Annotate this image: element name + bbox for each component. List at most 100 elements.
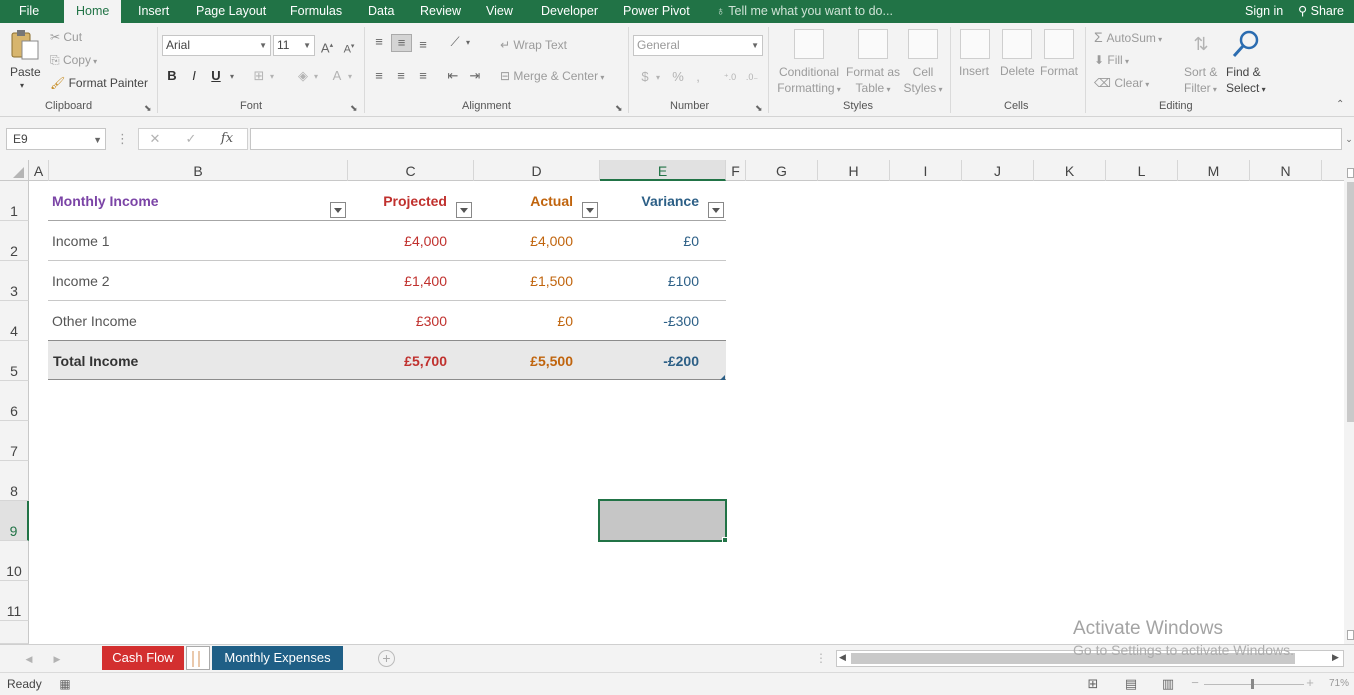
delete-cells-button[interactable]: Delete — [1000, 64, 1035, 78]
align-middle-icon[interactable]: ≡ — [391, 34, 412, 52]
underline-button[interactable]: U — [209, 68, 223, 84]
column-header-l[interactable]: L — [1106, 160, 1178, 181]
scroll-tabs-left-icon[interactable]: ◀ — [24, 651, 34, 667]
zoom-slider-thumb[interactable] — [1251, 679, 1254, 689]
decrease-decimal-icon[interactable]: .0₋ — [742, 69, 762, 85]
font-name-select[interactable]: Arial ▼ — [162, 35, 271, 56]
tab-data[interactable]: Data — [368, 0, 394, 23]
merge-center-button[interactable]: ⊟ Merge & Center ▾ — [500, 69, 604, 83]
table-cell[interactable]: £4,000 — [348, 233, 447, 249]
decrease-font-size-icon[interactable]: A▾ — [342, 39, 356, 58]
filter-dropdown-icon[interactable] — [330, 202, 346, 218]
total-variance[interactable]: -£200 — [600, 353, 699, 369]
tab-power-pivot[interactable]: Power Pivot — [623, 0, 690, 23]
row-header-10[interactable]: 10 — [0, 541, 29, 581]
collapse-ribbon-icon[interactable]: ⌃ — [1336, 97, 1344, 113]
table-cell[interactable]: £4,000 — [474, 233, 573, 249]
table-cell[interactable]: £0 — [600, 233, 699, 249]
percent-button[interactable]: % — [670, 69, 686, 85]
increase-decimal-icon[interactable]: ⁺.0 — [720, 69, 740, 85]
row-header-12[interactable] — [0, 621, 29, 644]
borders-icon[interactable]: ⊞ — [250, 68, 268, 84]
add-sheet-icon[interactable]: + — [378, 650, 395, 667]
fill-button[interactable]: ⬇ Fill ▾ — [1094, 53, 1129, 67]
row-header-11[interactable]: 11 — [0, 581, 29, 621]
format-as-table-button[interactable]: Format as Table ▾ — [844, 64, 902, 98]
row-header-2[interactable]: 2 — [0, 221, 29, 261]
font-size-select[interactable]: 11 ▼ — [273, 35, 315, 56]
scroll-right-icon[interactable]: ▶ — [1332, 652, 1339, 663]
sheet-tab-monthly-expenses[interactable]: Monthly Expenses — [212, 646, 343, 670]
sign-in-link[interactable]: Sign in — [1245, 0, 1283, 23]
paste-button[interactable]: Paste — [10, 65, 41, 79]
table-cell[interactable]: -£300 — [600, 313, 699, 329]
borders-dropdown-icon[interactable]: ▾ — [268, 69, 276, 85]
row-header-4[interactable]: 4 — [0, 301, 29, 341]
zoom-slider[interactable] — [1204, 684, 1304, 685]
fill-color-icon[interactable]: ◈ — [294, 68, 312, 84]
column-header-a[interactable]: A — [29, 160, 49, 181]
sheet-tab-hidden[interactable] — [186, 646, 210, 670]
column-header-b[interactable]: B — [49, 160, 348, 181]
tab-page-layout[interactable]: Page Layout — [196, 0, 266, 23]
zoom-in-icon[interactable]: + — [1305, 675, 1315, 691]
font-launcher-icon[interactable]: ⬊ — [350, 100, 358, 116]
cell-styles-button[interactable]: Cell Styles ▾ — [900, 64, 946, 98]
expand-formula-bar-icon[interactable]: ⌄ — [1344, 131, 1354, 147]
table-cell[interactable]: £0 — [474, 313, 573, 329]
scroll-down-icon[interactable] — [1347, 630, 1354, 640]
font-color-icon[interactable]: A — [328, 68, 346, 84]
format-painter-button[interactable]: 🖌 Format Painter — [50, 76, 148, 90]
macro-record-icon[interactable]: ▦ — [58, 676, 72, 692]
align-center-icon[interactable]: ≡ — [392, 68, 410, 84]
increase-font-size-icon[interactable]: A▴ — [320, 38, 334, 56]
share-button[interactable]: ⚲ Share — [1298, 0, 1344, 23]
table-cell[interactable]: £1,500 — [474, 273, 573, 289]
increase-indent-icon[interactable]: ⇥ — [466, 68, 484, 84]
scroll-up-icon[interactable] — [1347, 168, 1354, 178]
cancel-icon[interactable]: ✕ — [147, 131, 163, 147]
filter-dropdown-icon[interactable] — [456, 202, 472, 218]
column-header-i[interactable]: I — [890, 160, 962, 181]
tell-me-box[interactable]: ♁ Tell me what you want to do... — [716, 0, 893, 23]
row-header-5[interactable]: 5 — [0, 341, 29, 381]
table-cell[interactable]: £300 — [348, 313, 447, 329]
number-launcher-icon[interactable]: ⬊ — [755, 100, 763, 116]
table-cell[interactable]: Income 1 — [52, 233, 110, 249]
total-actual[interactable]: £5,500 — [474, 353, 573, 369]
tab-insert[interactable]: Insert — [138, 0, 169, 23]
italic-button[interactable]: I — [187, 68, 201, 84]
sheet-tab-cash-flow[interactable]: Cash Flow — [102, 646, 184, 670]
alignment-launcher-icon[interactable]: ⬊ — [615, 100, 623, 116]
tab-formulas[interactable]: Formulas — [290, 0, 342, 23]
tab-developer[interactable]: Developer — [541, 0, 598, 23]
column-header-m[interactable]: M — [1178, 160, 1250, 181]
tab-review[interactable]: Review — [420, 0, 461, 23]
currency-button[interactable]: $ — [638, 69, 652, 85]
select-all-button[interactable] — [0, 160, 29, 181]
vertical-scrollbar[interactable] — [1344, 160, 1354, 644]
clipboard-launcher-icon[interactable]: ⬊ — [144, 100, 152, 116]
scrollbar-thumb[interactable] — [1347, 182, 1354, 422]
tab-file[interactable]: File — [19, 0, 39, 23]
filter-dropdown-icon[interactable] — [708, 202, 724, 218]
paste-dropdown-icon[interactable]: ▾ — [20, 81, 24, 90]
page-break-view-icon[interactable]: ▥ — [1160, 676, 1176, 692]
align-left-icon[interactable]: ≡ — [370, 68, 388, 84]
fill-color-dropdown-icon[interactable]: ▾ — [312, 69, 320, 85]
decrease-indent-icon[interactable]: ⇤ — [444, 68, 462, 84]
tab-view[interactable]: View — [486, 0, 513, 23]
name-box[interactable]: E9 ▼ — [6, 128, 106, 150]
normal-view-icon[interactable]: ⊞ — [1085, 676, 1101, 692]
column-header-k[interactable]: K — [1034, 160, 1106, 181]
table-cell[interactable]: Other Income — [52, 313, 137, 329]
align-top-icon[interactable]: ≡ — [370, 34, 388, 50]
table-cell[interactable]: Income 2 — [52, 273, 110, 289]
column-header-c[interactable]: C — [348, 160, 474, 181]
fx-icon[interactable]: fx — [219, 131, 235, 147]
tab-home[interactable]: Home — [64, 0, 122, 23]
column-header-f[interactable]: F — [726, 160, 746, 181]
scroll-left-icon[interactable]: ◀ — [839, 652, 846, 663]
sheet-grid[interactable] — [29, 181, 1344, 644]
insert-cells-button[interactable]: Insert — [959, 64, 989, 78]
